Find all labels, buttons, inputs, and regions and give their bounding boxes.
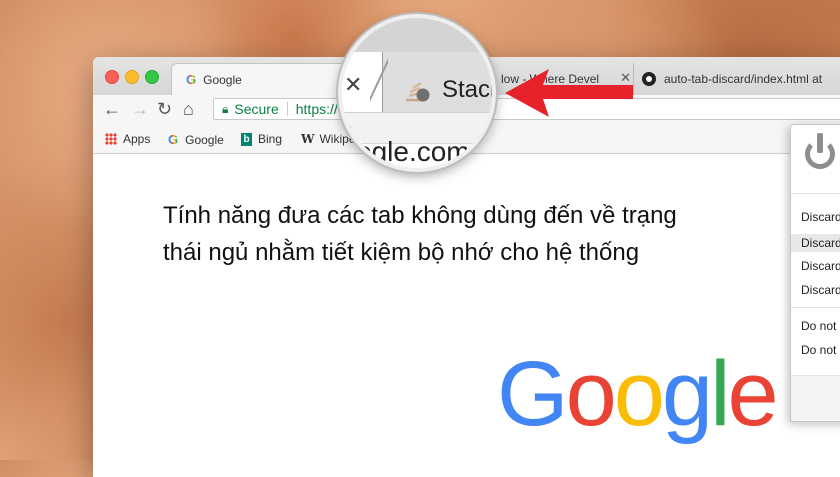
popup-footer bbox=[791, 375, 840, 421]
auto-tab-discard-popup: Discard Discard Discard Discard Do not D… bbox=[790, 124, 840, 422]
tab-label: auto-tab-discard/index.html at bbox=[664, 72, 823, 86]
google-logo: Google bbox=[497, 342, 779, 447]
back-arrow-icon[interactable]: ← bbox=[103, 99, 121, 120]
bookmark-bing[interactable]: b Bing bbox=[241, 132, 282, 146]
tab-google[interactable]: G Google ✕ bbox=[171, 63, 361, 95]
menu-item-discard[interactable]: Discard bbox=[791, 234, 840, 252]
caption-text: Tính năng đưa các tab không dùng đến về … bbox=[163, 197, 803, 271]
tab-github[interactable]: auto-tab-discard/index.html at bbox=[633, 63, 840, 95]
google-g-icon: G bbox=[168, 132, 179, 147]
apps-grid-icon bbox=[105, 133, 117, 145]
bookmark-google[interactable]: G Google bbox=[168, 132, 224, 147]
bookmark-label: Bing bbox=[258, 132, 283, 146]
discarded-tab-icon bbox=[406, 81, 430, 102]
tab-label: Google bbox=[203, 72, 242, 87]
caption-line: thái ngủ nhằm tiết kiệm bộ nhớ cho hệ th… bbox=[163, 239, 640, 266]
menu-item-do-not[interactable]: Do not bbox=[801, 343, 836, 357]
google-logo-letter: l bbox=[710, 343, 731, 445]
caption-line: Tính năng đưa các tab không dùng đến về … bbox=[163, 202, 677, 229]
menu-divider bbox=[791, 307, 840, 308]
google-logo-letter: o bbox=[613, 343, 665, 445]
google-logo-letter: e bbox=[727, 343, 779, 445]
google-logo-letter: o bbox=[565, 343, 617, 445]
red-arrow-annotation bbox=[505, 69, 633, 117]
menu-item-do-not[interactable]: Do not bbox=[801, 319, 836, 333]
lock-icon: 🔒︎ bbox=[222, 101, 229, 116]
popup-header bbox=[791, 125, 840, 194]
google-logo-letter: G bbox=[497, 343, 569, 445]
magnified-titlebar bbox=[342, 18, 492, 52]
close-window-button[interactable] bbox=[105, 70, 119, 84]
close-icon: ✕ bbox=[344, 72, 363, 97]
google-logo-letter: g bbox=[661, 343, 713, 445]
power-icon-line bbox=[817, 133, 823, 153]
home-icon[interactable]: ⌂ bbox=[183, 99, 194, 120]
divider bbox=[286, 102, 288, 116]
menu-item-discard[interactable]: Discard bbox=[801, 210, 840, 224]
secure-label: Secure bbox=[234, 101, 279, 117]
url-text: https:// bbox=[295, 101, 338, 117]
github-icon bbox=[642, 72, 656, 86]
magnified-tab-label: Stacl bbox=[442, 76, 496, 103]
bing-icon: b bbox=[241, 132, 252, 146]
bookmark-apps[interactable]: Apps bbox=[105, 132, 150, 146]
reload-icon[interactable]: ↻ bbox=[157, 99, 172, 120]
bookmark-label: Apps bbox=[123, 132, 151, 146]
wikipedia-icon: W bbox=[301, 132, 315, 146]
forward-arrow-icon[interactable]: → bbox=[131, 99, 149, 120]
bookmark-label: Google bbox=[185, 132, 224, 147]
maximize-window-button[interactable] bbox=[145, 70, 159, 84]
minimize-window-button[interactable] bbox=[125, 70, 139, 84]
google-g-icon: G bbox=[186, 72, 197, 87]
magnified-tab-edge bbox=[370, 52, 388, 112]
menu-item-discard[interactable]: Discard bbox=[801, 259, 840, 273]
menu-item-discard[interactable]: Discard bbox=[801, 283, 840, 297]
magnified-url: ogle.com bbox=[356, 136, 470, 167]
magnifier-lens: ✕ Stacl W ogle.com bbox=[338, 14, 496, 172]
